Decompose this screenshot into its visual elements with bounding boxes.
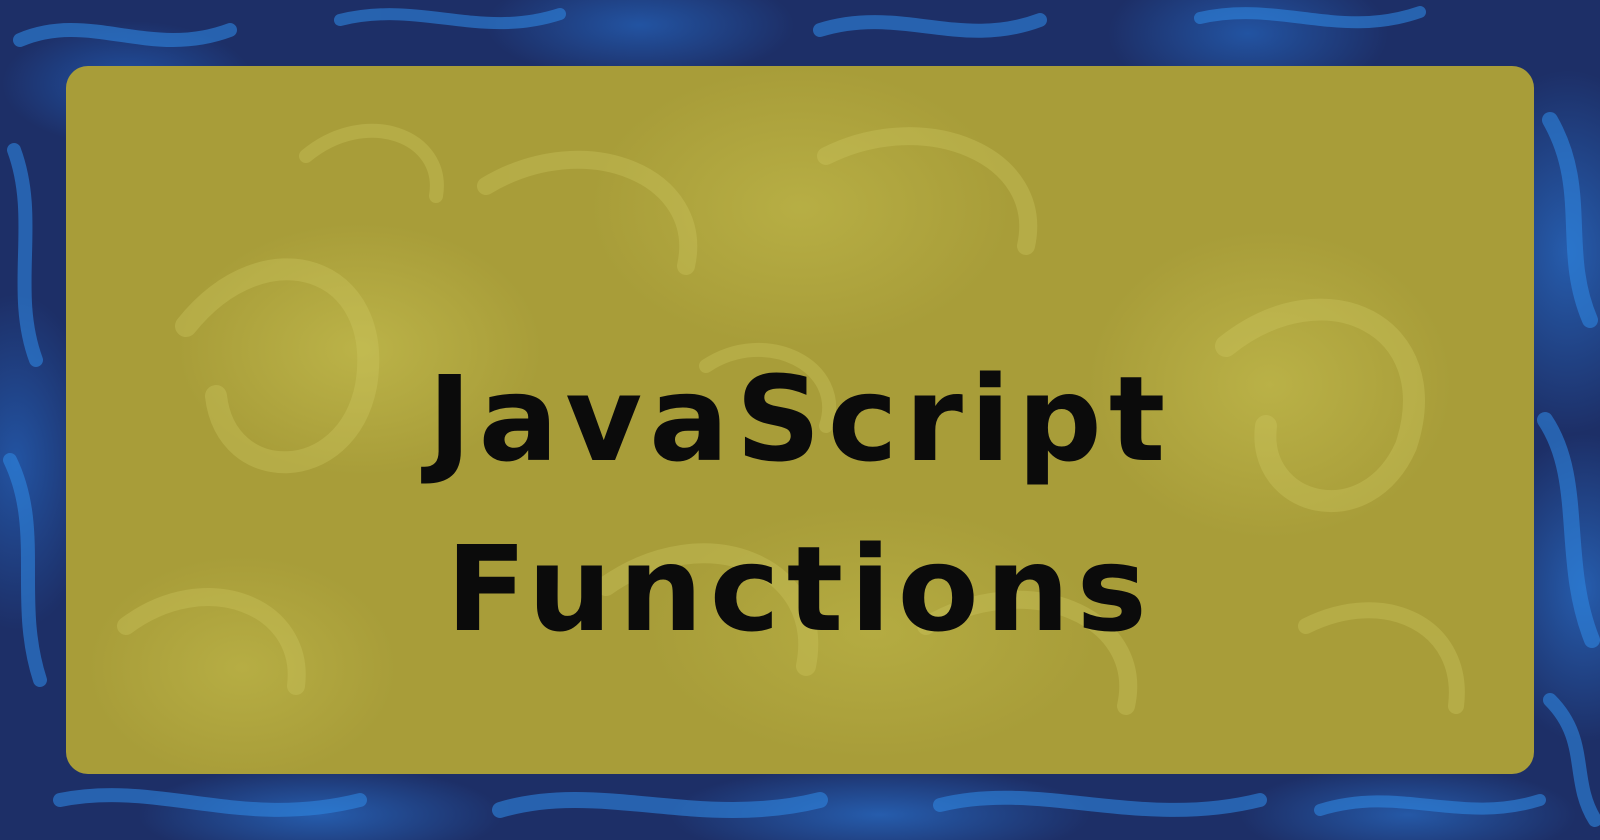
hero-banner: JavaScript Functions [0,0,1600,840]
title-card: JavaScript Functions [66,66,1534,774]
page-title: JavaScript Functions [66,334,1534,674]
title-line-2: Functions [446,520,1154,658]
title-line-1: JavaScript [427,350,1173,488]
